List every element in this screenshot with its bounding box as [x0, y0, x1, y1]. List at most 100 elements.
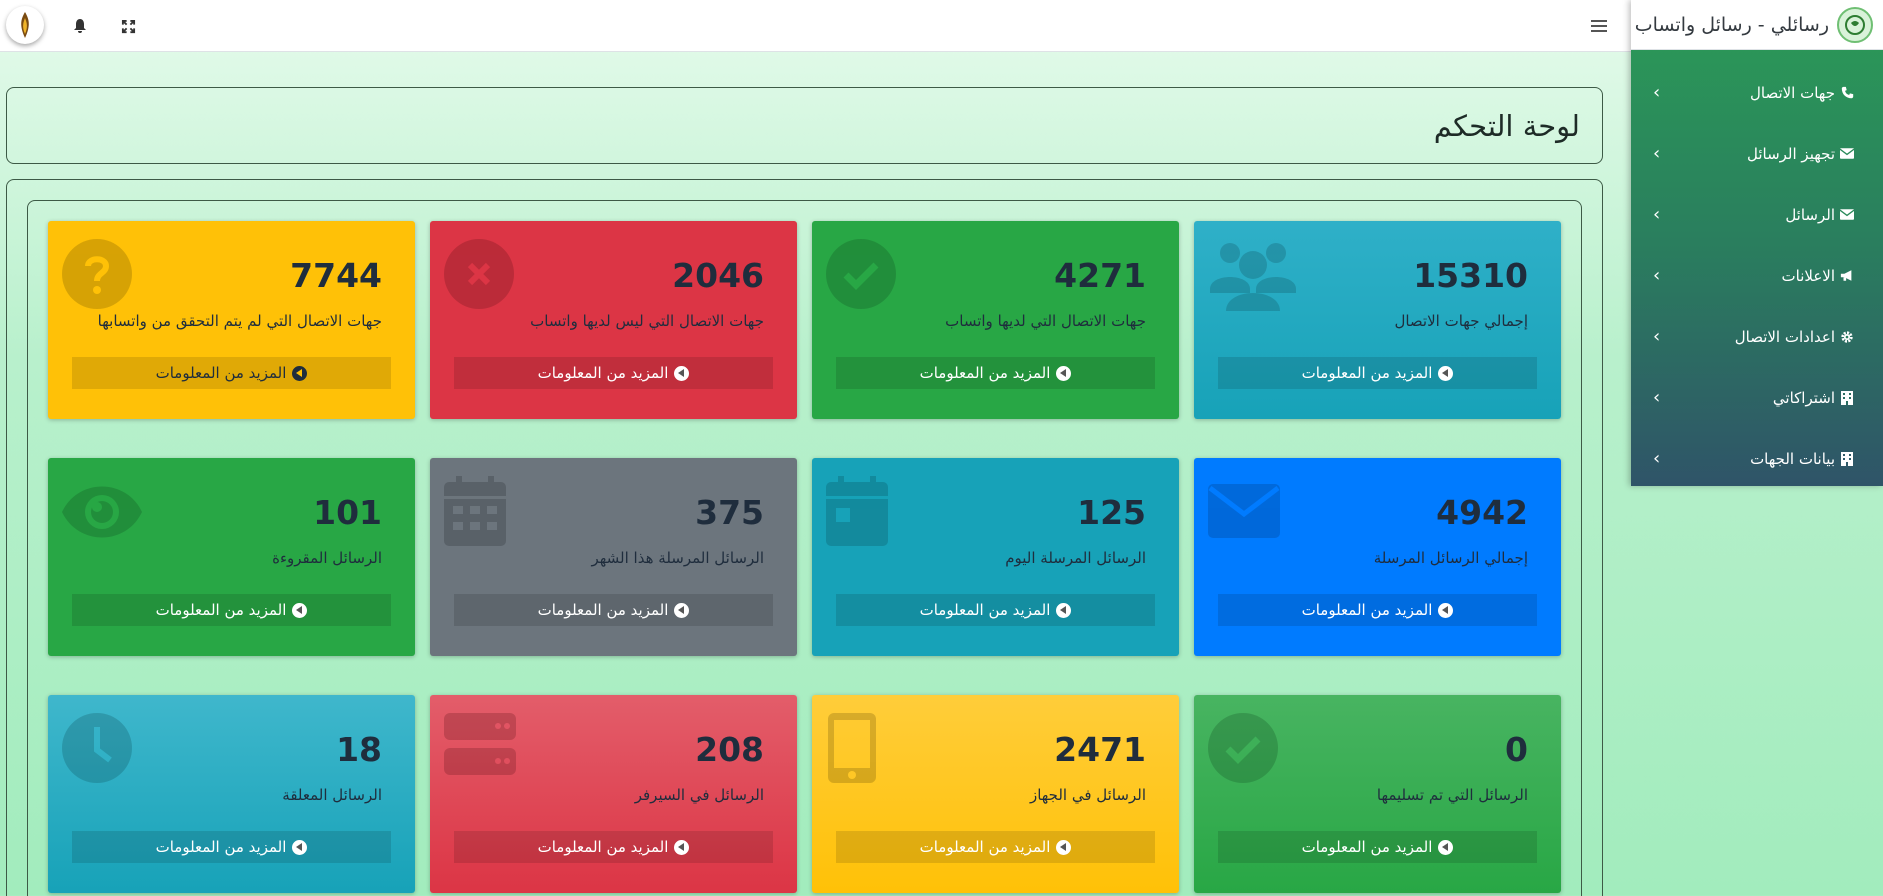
- stat-value: 208: [695, 730, 764, 769]
- sidebar-item-contacts[interactable]: ‹ جهات الاتصال: [1631, 62, 1883, 123]
- phone-icon: [1839, 85, 1855, 101]
- calendar-day-icon: [826, 476, 888, 550]
- chevron-left-icon: ‹: [1653, 448, 1661, 469]
- bell-icon[interactable]: [70, 16, 90, 36]
- stat-label: إجمالي الرسائل المرسلة: [1373, 549, 1528, 567]
- sidebar-item-ads[interactable]: ‹ الاعلانات: [1631, 245, 1883, 306]
- stat-card-pending-messages: 18 الرسائل المعلقة المزيد من المعلومات: [48, 695, 415, 893]
- envelope-icon: [1839, 146, 1855, 162]
- arrow-circle-left-icon: [1056, 602, 1072, 618]
- envelope-icon: [1208, 484, 1280, 542]
- arrow-circle-left-icon: [292, 602, 308, 618]
- chevron-left-icon: ‹: [1653, 326, 1661, 347]
- stat-label: الرسائل في الجهاز: [1029, 786, 1146, 804]
- check-circle-icon: [826, 239, 896, 313]
- stat-card-sent-today: 125 الرسائل المرسلة اليوم المزيد من المع…: [812, 458, 1179, 656]
- sidebar-item-subscriptions[interactable]: ‹ اشتراكاتي: [1631, 367, 1883, 428]
- brand-link[interactable]: رسائلي - رسائل واتساب: [1631, 0, 1883, 50]
- sidebar-item-label: جهات الاتصال: [1749, 83, 1835, 102]
- flame-logo-icon: [21, 12, 29, 38]
- sidebar-nav: ‹ جهات الاتصال ‹ تجهيز الرسائل ‹ الرسائل…: [1631, 50, 1883, 489]
- stat-value: 18: [336, 730, 382, 769]
- more-info-link[interactable]: المزيد من المعلومات: [454, 831, 773, 863]
- chevron-left-icon: ‹: [1653, 82, 1661, 103]
- stat-label: جهات الاتصال التي ليس لديها واتساب: [530, 312, 764, 330]
- arrow-circle-left-icon: [1438, 839, 1454, 855]
- more-info-label: المزيد من المعلومات: [155, 601, 287, 619]
- more-info-label: المزيد من المعلومات: [1301, 364, 1433, 382]
- more-info-link[interactable]: المزيد من المعلومات: [1218, 594, 1537, 626]
- stat-value: 2471: [1054, 730, 1146, 769]
- sidebar: رسائلي - رسائل واتساب ‹ جهات الاتصال ‹ ت…: [1631, 0, 1883, 486]
- page-header: لوحة التحكم: [6, 87, 1603, 164]
- more-info-label: المزيد من المعلومات: [537, 838, 669, 856]
- more-info-link[interactable]: المزيد من المعلومات: [1218, 357, 1537, 389]
- check-circle-icon: [1208, 713, 1278, 787]
- stat-value: 375: [695, 493, 764, 532]
- building-icon: [1839, 451, 1855, 467]
- calendar-icon: [444, 476, 506, 550]
- more-info-label: المزيد من المعلومات: [155, 838, 287, 856]
- building-icon: [1839, 390, 1855, 406]
- more-info-label: المزيد من المعلومات: [919, 364, 1051, 382]
- question-circle-icon: [62, 239, 132, 313]
- stat-label: إجمالي جهات الاتصال: [1394, 312, 1528, 330]
- stat-label: الرسائل المقروءة: [272, 549, 382, 567]
- stat-card-unverified-contacts: 7744 جهات الاتصال التي لم يتم التحقق من …: [48, 221, 415, 419]
- more-info-link[interactable]: المزيد من المعلومات: [836, 594, 1155, 626]
- page-title: لوحة التحكم: [1433, 108, 1580, 143]
- stat-label: الرسائل التي تم تسليمها: [1376, 786, 1528, 804]
- sidebar-item-entities-data[interactable]: ‹ بيانات الجهات: [1631, 428, 1883, 489]
- more-info-link[interactable]: المزيد من المعلومات: [72, 357, 391, 389]
- more-info-label: المزيد من المعلومات: [1301, 601, 1433, 619]
- stat-value: 2046: [672, 256, 764, 295]
- sidebar-item-prepare-messages[interactable]: ‹ تجهيز الرسائل: [1631, 123, 1883, 184]
- stat-card-total-contacts: 15310 إجمالي جهات الاتصال المزيد من المع…: [1194, 221, 1561, 419]
- gear-icon: [1839, 329, 1855, 345]
- sidebar-item-label: بيانات الجهات: [1750, 449, 1835, 468]
- arrow-circle-left-icon: [1438, 602, 1454, 618]
- more-info-label: المزيد من المعلومات: [919, 601, 1051, 619]
- arrow-circle-left-icon: [674, 602, 690, 618]
- arrow-circle-left-icon: [292, 365, 308, 381]
- more-info-label: المزيد من المعلومات: [537, 601, 669, 619]
- sidebar-item-messages[interactable]: ‹ الرسائل: [1631, 184, 1883, 245]
- mobile-icon: [828, 713, 876, 787]
- arrow-circle-left-icon: [674, 839, 690, 855]
- more-info-link[interactable]: المزيد من المعلومات: [836, 831, 1155, 863]
- stat-label: جهات الاتصال التي لم يتم التحقق من واتسا…: [97, 312, 382, 330]
- menu-toggle-icon[interactable]: [1589, 16, 1609, 36]
- brand-title: رسائلي - رسائل واتساب: [1634, 13, 1829, 36]
- stat-value: 0: [1505, 730, 1528, 769]
- top-navbar: [0, 0, 1631, 52]
- fullscreen-icon[interactable]: [118, 16, 138, 36]
- stat-card-server-messages: 208 الرسائل في السيرفر المزيد من المعلوم…: [430, 695, 797, 893]
- sidebar-item-connection-settings[interactable]: ‹ اعدادات الاتصال: [1631, 306, 1883, 367]
- arrow-circle-left-icon: [674, 365, 690, 381]
- stat-card-read-messages: 101 الرسائل المقروءة المزيد من المعلومات: [48, 458, 415, 656]
- stat-value: 15310: [1413, 256, 1528, 295]
- eye-icon: [62, 486, 142, 542]
- sidebar-item-label: الرسائل: [1785, 205, 1835, 224]
- more-info-link[interactable]: المزيد من المعلومات: [454, 594, 773, 626]
- arrow-circle-left-icon: [1056, 365, 1072, 381]
- more-info-link[interactable]: المزيد من المعلومات: [72, 831, 391, 863]
- stat-value: 7744: [290, 256, 382, 295]
- more-info-link[interactable]: المزيد من المعلومات: [1218, 831, 1537, 863]
- user-avatar[interactable]: [6, 6, 44, 44]
- sidebar-item-label: اعدادات الاتصال: [1734, 327, 1835, 346]
- more-info-link[interactable]: المزيد من المعلومات: [836, 357, 1155, 389]
- stat-value: 125: [1077, 493, 1146, 532]
- arrow-circle-left-icon: [1438, 365, 1454, 381]
- server-icon: [444, 713, 516, 779]
- stat-label: الرسائل المرسلة هذا الشهر: [591, 549, 764, 567]
- more-info-link[interactable]: المزيد من المعلومات: [454, 357, 773, 389]
- stat-label: الرسائل المرسلة اليوم: [1005, 549, 1146, 567]
- more-info-label: المزيد من المعلومات: [537, 364, 669, 382]
- envelope-icon: [1839, 207, 1855, 223]
- more-info-link[interactable]: المزيد من المعلومات: [72, 594, 391, 626]
- chevron-left-icon: ‹: [1653, 143, 1661, 164]
- stat-card-total-sent: 4942 إجمالي الرسائل المرسلة المزيد من ال…: [1194, 458, 1561, 656]
- stat-label: الرسائل المعلقة: [282, 786, 382, 804]
- stat-label: الرسائل في السيرفر: [634, 786, 764, 804]
